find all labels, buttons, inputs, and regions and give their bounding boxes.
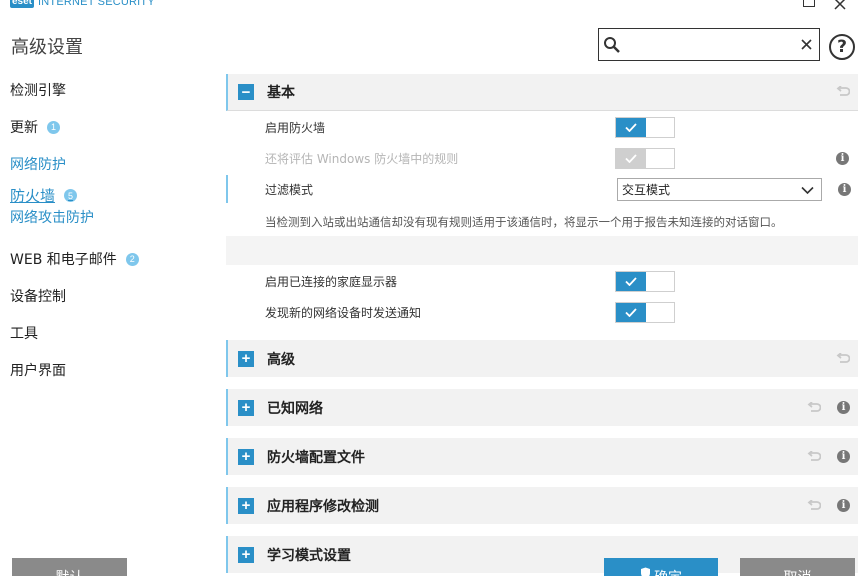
shield-icon — [640, 567, 651, 576]
enable-firewall-toggle[interactable] — [615, 117, 675, 138]
expand-icon[interactable]: + — [238, 448, 254, 465]
setting-filter-mode: 过滤模式 交互模式 i — [226, 175, 858, 203]
reset-icon[interactable] — [807, 450, 821, 464]
search-icon — [599, 29, 624, 60]
sidebar-item-label: 设备控制 — [10, 289, 66, 305]
filter-mode-description: 当检测到入站或出站通信却没有现有规则适用于该通信时，将显示一个用于报告未知连接的… — [265, 215, 783, 229]
setting-label: 启用防火墙 — [265, 120, 326, 135]
info-icon[interactable]: i — [838, 183, 851, 196]
reset-icon[interactable] — [807, 401, 821, 415]
product-name: INTERNET SECURITY — [38, 0, 155, 8]
cancel-button-label: 取消 — [784, 567, 812, 576]
info-icon[interactable]: i — [837, 401, 850, 414]
check-icon — [616, 272, 646, 291]
help-icon[interactable]: ? — [829, 34, 855, 60]
expand-icon[interactable]: + — [238, 350, 254, 367]
ok-button-label: 确定 — [654, 567, 682, 576]
default-button-label: 默认 — [56, 567, 84, 576]
sidebar-item-label: 网络防护 — [10, 157, 66, 173]
logo-mark: eset — [10, 0, 35, 8]
eset-logo: eset INTERNET SECURITY — [10, 0, 155, 9]
reset-icon[interactable] — [836, 352, 850, 366]
cancel-button[interactable]: 取消 — [740, 558, 855, 576]
section-advanced-header[interactable]: + 高级 — [226, 340, 858, 377]
new-device-notify-toggle[interactable] — [615, 302, 675, 323]
reset-icon[interactable] — [807, 499, 821, 513]
setting-label: 启用已连接的家庭显示器 — [265, 274, 398, 289]
section-title: 学习模式设置 — [267, 547, 351, 564]
sidebar-item-network-attack-protection[interactable]: 网络攻击防护 — [10, 207, 94, 227]
close-icon[interactable] — [834, 0, 846, 10]
info-icon[interactable]: i — [837, 499, 850, 512]
setting-label: 过滤模式 — [265, 182, 314, 197]
filter-mode-value: 交互模式 — [622, 183, 671, 197]
check-icon — [616, 149, 646, 168]
setting-home-monitor: 启用已连接的家庭显示器 — [226, 267, 858, 295]
info-icon[interactable]: i — [837, 450, 850, 463]
section-firewall-profiles-header[interactable]: + 防火墙配置文件 i — [226, 438, 858, 475]
search-box[interactable] — [598, 28, 820, 61]
section-title: 已知网络 — [267, 400, 323, 417]
setting-new-device-notify: 发现新的网络设备时发送通知 — [226, 298, 858, 326]
web-email-count-badge: 2 — [125, 252, 139, 266]
sidebar-item-label: WEB 和电子邮件 — [10, 252, 117, 268]
firewall-count-badge: 5 — [64, 189, 78, 202]
check-icon — [616, 303, 646, 322]
section-app-modification-header[interactable]: + 应用程序修改检测 i — [226, 487, 858, 524]
filter-mode-select[interactable]: 交互模式 — [617, 178, 822, 201]
ok-button[interactable]: 确定 — [604, 558, 718, 576]
setting-label: 还将评估 Windows 防火墙中的规则 — [265, 151, 459, 166]
sidebar-item-label: 检测引擎 — [10, 83, 66, 99]
setting-eval-windows-rules: 还将评估 Windows 防火墙中的规则 i — [226, 144, 858, 172]
sidebar-item-label: 工具 — [10, 326, 38, 342]
expand-icon[interactable]: + — [238, 546, 254, 563]
sidebar-item-tools[interactable]: 工具 — [10, 323, 38, 343]
section-title: 基本 — [267, 85, 295, 101]
eval-windows-rules-toggle — [615, 148, 675, 169]
row-separator — [226, 236, 858, 265]
sidebar-item-label: 防火墙 — [10, 187, 56, 205]
home-monitor-toggle[interactable] — [615, 271, 675, 292]
sidebar-item-device-control[interactable]: 设备控制 — [10, 286, 66, 306]
setting-label: 发现新的网络设备时发送通知 — [265, 305, 422, 320]
sidebar-item-web-email[interactable]: WEB 和电子邮件 2 — [10, 249, 139, 269]
title-bar: eset INTERNET SECURITY — [0, 0, 858, 14]
maximize-icon[interactable] — [803, 0, 815, 7]
sidebar-item-network-protection[interactable]: 网络防护 — [10, 154, 66, 174]
sidebar-item-firewall[interactable]: 防火墙 5 — [10, 185, 78, 206]
advanced-settings-window: eset INTERNET SECURITY 高级设置 ? 检测引擎 更新 1 … — [0, 0, 858, 576]
section-basic-header[interactable]: − 基本 — [226, 74, 858, 111]
section-known-networks-header[interactable]: + 已知网络 i — [226, 389, 858, 426]
sidebar-item-update[interactable]: 更新 1 — [10, 117, 60, 137]
update-count-badge: 1 — [47, 120, 60, 134]
clear-search-icon[interactable] — [794, 29, 819, 60]
section-title: 应用程序修改检测 — [267, 498, 379, 515]
sidebar-item-label: 更新 — [10, 120, 38, 136]
collapse-icon[interactable]: − — [238, 84, 254, 100]
page-title: 高级设置 — [11, 37, 83, 58]
expand-icon[interactable]: + — [238, 497, 254, 514]
sidebar-item-label: 网络攻击防护 — [10, 210, 94, 226]
section-title: 高级 — [267, 351, 295, 368]
sidebar-item-label: 用户界面 — [10, 363, 66, 379]
sidebar-item-user-interface[interactable]: 用户界面 — [10, 360, 66, 380]
setting-enable-firewall: 启用防火墙 — [226, 113, 858, 141]
section-title: 防火墙配置文件 — [267, 449, 365, 466]
info-icon[interactable]: i — [836, 152, 849, 165]
sidebar-item-detection-engine[interactable]: 检测引擎 — [10, 80, 66, 100]
chevron-down-icon — [801, 184, 814, 198]
reset-icon[interactable] — [836, 85, 850, 99]
default-button[interactable]: 默认 — [12, 558, 127, 576]
expand-icon[interactable]: + — [238, 399, 254, 416]
search-input[interactable] — [624, 29, 794, 60]
check-icon — [616, 118, 646, 137]
